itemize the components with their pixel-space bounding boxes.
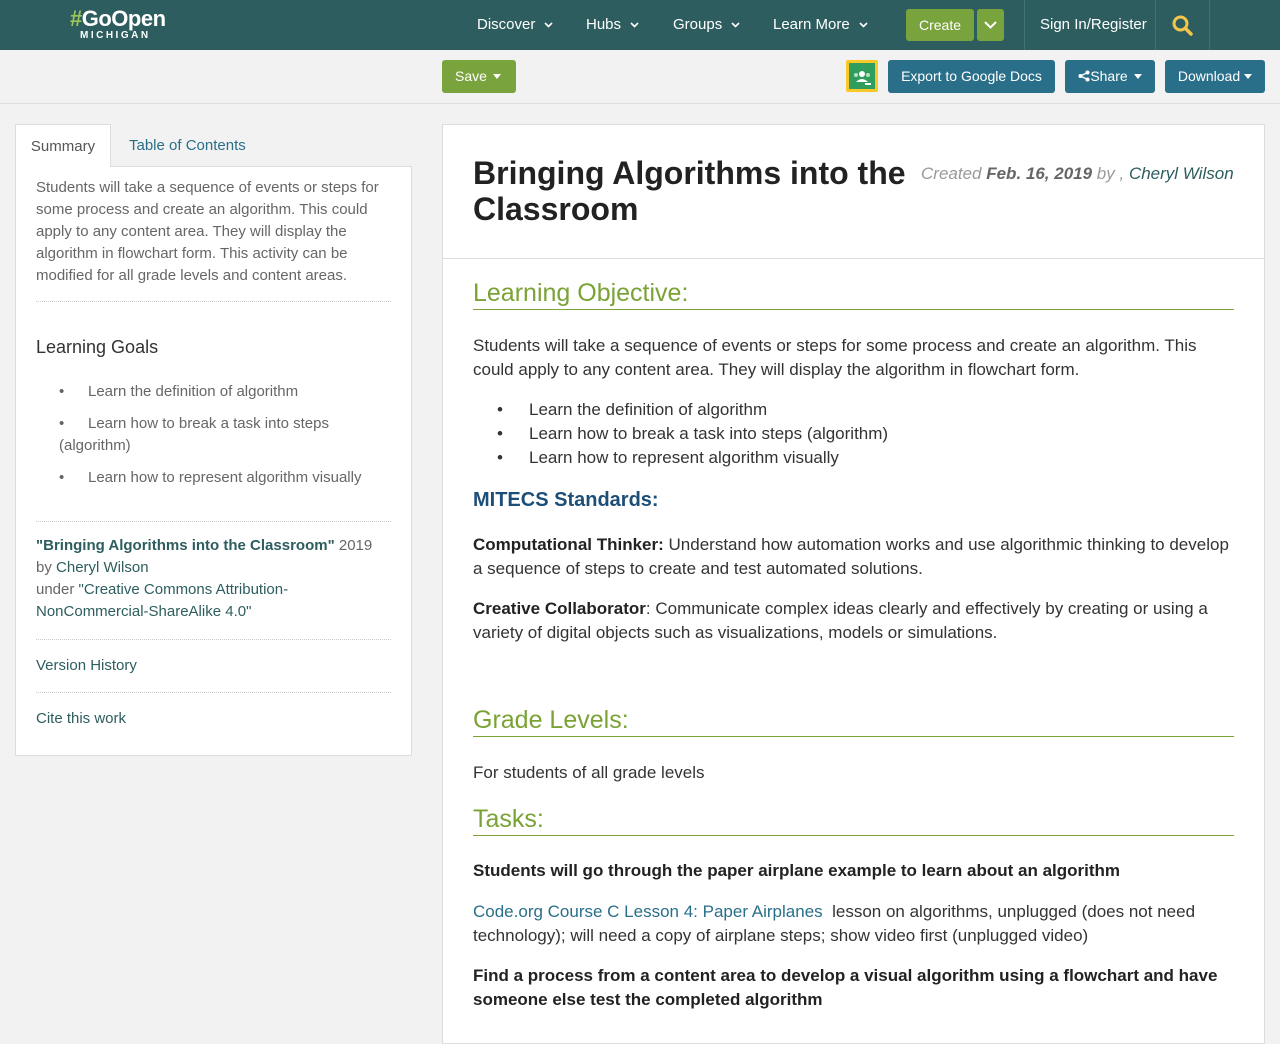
summary-text: Students will take a sequence of events …: [36, 179, 379, 284]
chevron-down-icon: [984, 21, 997, 29]
learning-goals-heading: Learning Goals: [36, 337, 159, 357]
caret-down-icon: [1133, 74, 1142, 79]
attribution-by: by: [36, 559, 52, 576]
license-link[interactable]: "Creative Commons Attribution-NonCommerc…: [36, 581, 288, 620]
resource-toolbar: Save Export to Google Docs Share Downloa…: [0, 50, 1280, 104]
chevron-down-icon: [630, 22, 639, 28]
grade-levels-text: For students of all grade levels: [473, 763, 705, 782]
sidebar-panel: Students will take a sequence of events …: [15, 166, 412, 756]
caret-down-icon: [1244, 74, 1253, 79]
divider: [36, 521, 391, 522]
download-button[interactable]: Download: [1165, 60, 1265, 93]
create-dropdown-button[interactable]: [977, 9, 1004, 41]
sign-in-register-link[interactable]: Sign In/Register: [1040, 0, 1147, 50]
divider: [36, 301, 391, 302]
attribution-year: 2019: [338, 537, 373, 554]
bullet: •: [59, 383, 65, 400]
nav-hubs[interactable]: Hubs: [586, 0, 639, 50]
create-button[interactable]: Create: [906, 9, 974, 41]
nav-discover[interactable]: Discover: [477, 0, 553, 50]
cite-this-work-link[interactable]: Cite this work: [36, 710, 126, 727]
download-button-label: Download: [1177, 68, 1241, 84]
learning-objective-heading: Learning Objective:: [473, 277, 1234, 310]
share-icon: [1078, 70, 1090, 82]
objective-item-text: Learn the definition of algorithm: [529, 400, 768, 419]
bullet: •: [59, 415, 65, 432]
resource-content-card: Bringing Algorithms into the Classroom C…: [442, 124, 1265, 1044]
standard-creative-collaborator: Creative Collaborator: Communicate compl…: [473, 597, 1234, 645]
resource-header: Bringing Algorithms into the Classroom C…: [443, 125, 1264, 259]
logo-subtext: MICHIGAN: [80, 30, 151, 41]
top-navbar: #GoOpen MICHIGAN Discover Hubs Groups Le…: [0, 0, 1280, 50]
standard-label: Computational Thinker:: [473, 535, 664, 554]
created-date: Feb. 16, 2019: [986, 164, 1093, 183]
nav-divider: [1024, 0, 1025, 50]
attribution-author-link[interactable]: Cheryl Wilson: [56, 559, 149, 576]
task-text: Find a process from a content area to de…: [473, 966, 1218, 1009]
nav-hubs-label: Hubs: [586, 16, 622, 33]
tasks-heading: Tasks:: [473, 803, 1234, 836]
task-text: Students will go through the paper airpl…: [473, 861, 1121, 880]
share-button-label: Share: [1090, 68, 1128, 84]
objective-item-text: Learn how to break a task into steps (al…: [529, 424, 889, 443]
logo-text: GoOpen: [81, 6, 166, 31]
chevron-down-icon: [859, 22, 868, 28]
objective-text: Students will take a sequence of events …: [473, 336, 1197, 379]
export-google-docs-button[interactable]: Export to Google Docs: [888, 60, 1055, 93]
save-button[interactable]: Save: [442, 60, 516, 93]
caret-down-icon: [492, 74, 501, 79]
standard-computational-thinker: Computational Thinker: Understand how au…: [473, 533, 1234, 581]
list-item: • Learn the definition of algorithm: [59, 381, 369, 403]
nav-learn-more[interactable]: Learn More: [773, 0, 868, 50]
standard-label: Creative Collaborator: [473, 599, 646, 618]
goal-text: Learn how to represent algorithm visuall…: [88, 469, 362, 486]
mitecs-standards-heading: MITECS Standards:: [473, 489, 659, 511]
search-icon[interactable]: [1172, 15, 1193, 41]
list-item: • Learn how to break a task into steps (a…: [59, 413, 369, 457]
divider: [36, 639, 391, 640]
goopen-logo[interactable]: #GoOpen MICHIGAN: [70, 6, 166, 42]
author-link[interactable]: Cheryl Wilson: [1129, 164, 1234, 183]
bullet: •: [497, 400, 503, 419]
nav-groups[interactable]: Groups: [673, 0, 740, 50]
attribution: "Bringing Algorithms into the Classroom"…: [36, 535, 391, 623]
grade-levels-heading: Grade Levels:: [473, 704, 1234, 737]
attribution-under: under: [36, 581, 75, 598]
objective-item-text: Learn how to represent algorithm visuall…: [529, 448, 839, 467]
goal-text: Learn how to break a task into steps (al…: [59, 415, 329, 454]
nav-divider: [1155, 0, 1156, 50]
nav-discover-label: Discover: [477, 16, 536, 33]
created-info: Created Feb. 16, 2019 by , Cheryl Wilson: [921, 164, 1234, 184]
tab-summary[interactable]: Summary: [15, 124, 111, 167]
created-prefix: Created: [921, 164, 982, 183]
nav-divider: [1209, 0, 1210, 50]
bullet: •: [497, 424, 503, 443]
version-history-link[interactable]: Version History: [36, 657, 137, 674]
task-text: Code.org Course C Lesson 4: Paper Airpla…: [473, 900, 1234, 948]
created-by: by ,: [1096, 164, 1125, 183]
bullet: •: [59, 469, 65, 486]
attribution-title-link[interactable]: "Bringing Algorithms into the Classroom": [36, 537, 335, 554]
share-button[interactable]: Share: [1065, 60, 1155, 93]
logo-hash: #: [70, 6, 82, 31]
google-classroom-icon[interactable]: [846, 60, 878, 92]
tab-table-of-contents[interactable]: Table of Contents: [129, 124, 246, 167]
code-org-lesson-link[interactable]: Code.org Course C Lesson 4: Paper Airpla…: [473, 902, 823, 921]
save-button-label: Save: [455, 68, 487, 84]
bullet: •: [497, 448, 503, 467]
chevron-down-icon: [544, 22, 553, 28]
goal-text: Learn the definition of algorithm: [88, 383, 299, 400]
nav-learn-more-label: Learn More: [773, 16, 850, 33]
chevron-down-icon: [731, 22, 740, 28]
nav-groups-label: Groups: [673, 16, 723, 33]
divider: [36, 692, 391, 693]
list-item: • Learn how to represent algorithm visual…: [59, 467, 369, 489]
page-title: Bringing Algorithms into the Classroom: [473, 155, 906, 227]
